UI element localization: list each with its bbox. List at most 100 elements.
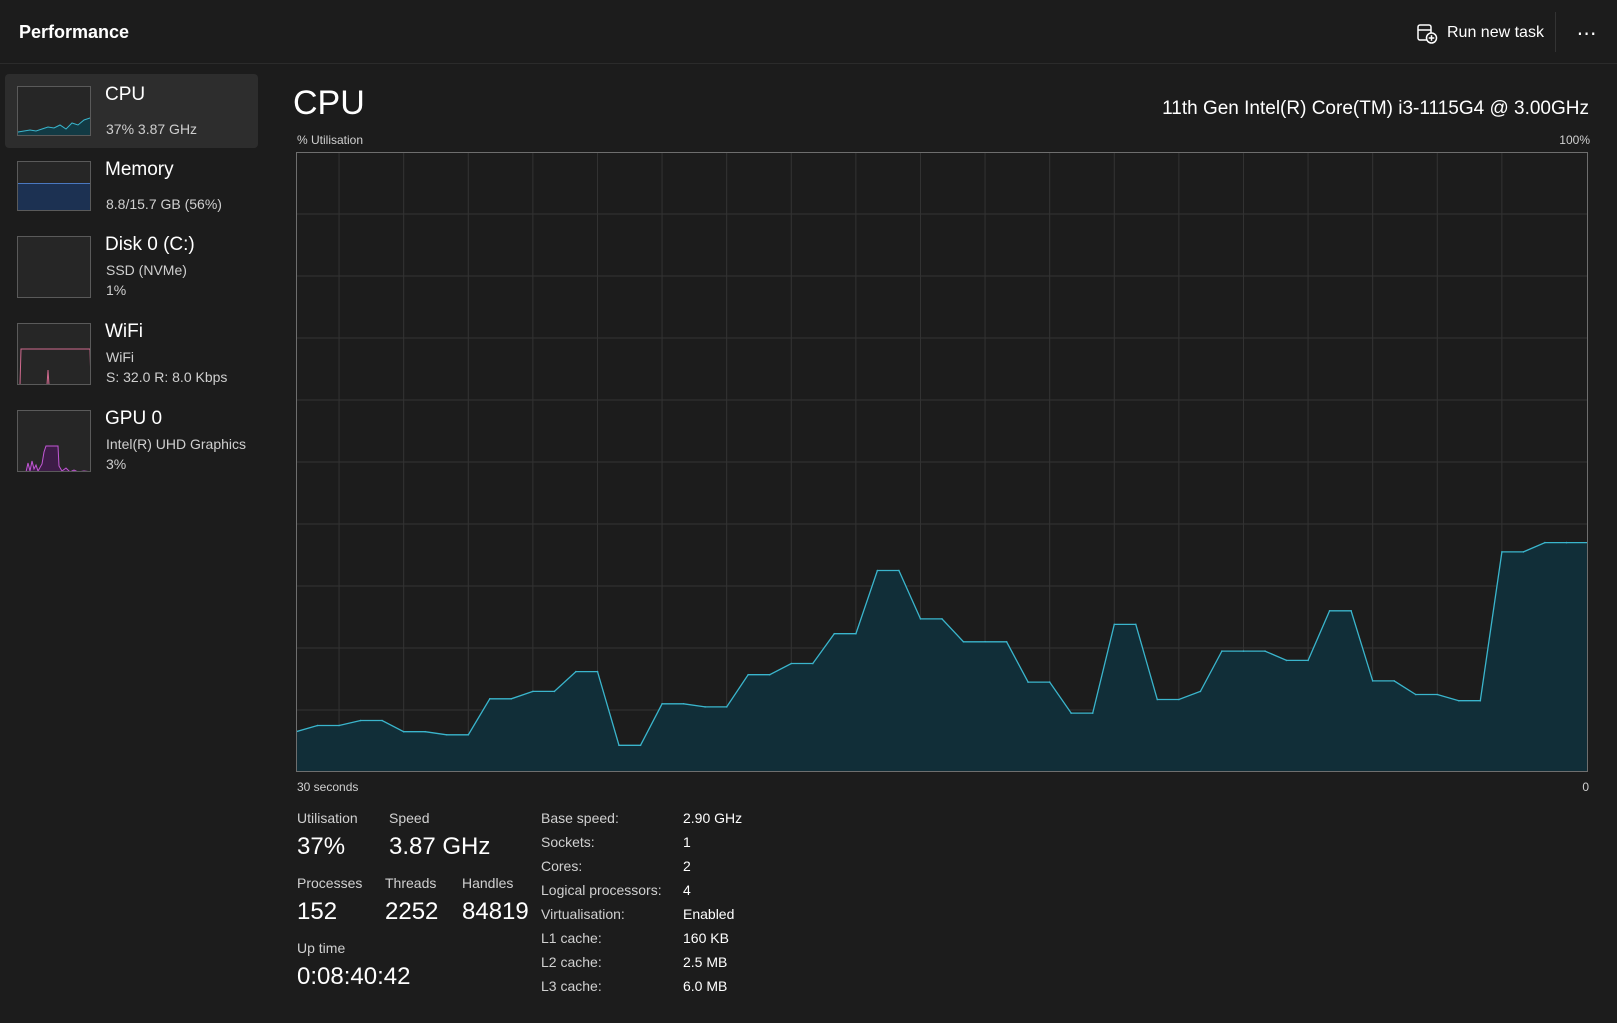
sidebar-item-gpu[interactable]: GPU 0 Intel(R) UHD Graphics 3%	[5, 398, 258, 472]
cpu-data-point	[1285, 659, 1288, 662]
run-new-task-button[interactable]: Run new task	[1416, 18, 1544, 48]
cpu-data-point	[661, 703, 663, 705]
cpu-thumbnail	[17, 86, 91, 136]
sidebar-item-wifi[interactable]: WiFi WiFi S: 32.0 R: 8.0 Kbps	[5, 311, 258, 385]
cpu-data-point	[1135, 623, 1137, 626]
cpu-data-point	[790, 662, 793, 665]
cpu-data-point	[1199, 690, 1202, 693]
memory-thumbnail	[17, 161, 91, 211]
speed-value: 3.87 GHz	[389, 833, 491, 860]
spec-key-cores: Cores:	[541, 858, 583, 874]
cpu-model-name: 11th Gen Intel(R) Core(TM) i3-1115G4 @ 3…	[1162, 98, 1589, 119]
cpu-data-point	[445, 734, 448, 736]
y-axis-label: % Utilisation	[297, 133, 364, 147]
cpu-data-point	[489, 698, 491, 700]
cpu-data-point	[1178, 698, 1180, 701]
cpu-data-point	[1156, 698, 1159, 701]
cpu-data-point	[962, 641, 965, 643]
spec-value-base-speed: 2.90 GHz	[683, 810, 743, 826]
spec-key-base-speed: Base speed:	[541, 810, 619, 826]
wifi-thumbnail	[17, 323, 91, 385]
run-task-label: Run new task	[1447, 24, 1544, 41]
utilisation-value: 37%	[297, 833, 346, 860]
cpu-data-point	[855, 632, 857, 635]
cpu-data-point	[1414, 693, 1417, 696]
cpu-data-point	[1393, 680, 1395, 682]
sidebar-item-detail: Intel(R) UHD Graphics	[106, 436, 247, 452]
sidebar-item-cpu[interactable]: CPU 37% 3.87 GHz	[5, 74, 258, 148]
sidebar-item-detail: SSD (NVMe)	[106, 262, 187, 278]
spec-key-l1-cache: L1 cache:	[541, 930, 602, 946]
cpu-data-point	[898, 569, 900, 572]
sidebar-item-label: Memory	[105, 159, 174, 180]
sidebar: CPU 37% 3.87 GHz Memory 8.8/15.7 GB (56%…	[0, 64, 265, 1023]
cpu-data-point	[1350, 610, 1352, 612]
sidebar-item-label: WiFi	[105, 321, 143, 342]
processes-value: 152	[297, 898, 338, 925]
cpu-data-point	[1070, 712, 1072, 714]
disk-thumbnail	[17, 236, 91, 298]
sidebar-item-detail: 1%	[106, 282, 127, 298]
cpu-data-point	[1242, 650, 1245, 652]
cpu-data-point	[704, 706, 706, 708]
cpu-data-point	[1307, 659, 1309, 662]
spec-value-sockets: 1	[683, 834, 691, 850]
cpu-data-point	[596, 670, 599, 673]
sidebar-item-detail: S: 32.0 R: 8.0 Kbps	[106, 369, 228, 385]
spec-value-l2-cache: 2.5 MB	[683, 954, 728, 970]
spec-key-logical-processors: Logical processors:	[541, 882, 662, 898]
cpu-data-point	[424, 730, 426, 733]
uptime-value: 0:08:40:42	[297, 963, 411, 990]
sidebar-item-detail: WiFi	[106, 349, 134, 365]
toolbar-divider	[1555, 12, 1556, 52]
cpu-data-point	[1565, 541, 1568, 544]
cpu-data-point	[575, 670, 577, 673]
cpu-data-point	[359, 719, 362, 722]
sidebar-item-label: Disk 0 (C:)	[105, 234, 195, 255]
sidebar-item-detail: 3%	[106, 456, 127, 472]
spec-value-l1-cache: 160 KB	[683, 930, 729, 946]
sidebar-item-label: CPU	[105, 84, 146, 105]
cpu-data-point	[510, 698, 513, 700]
cpu-utilisation-graph	[296, 152, 1588, 772]
gpu-thumbnail	[17, 410, 91, 472]
processes-label: Processes	[297, 875, 363, 891]
spec-value-l3-cache: 6.0 MB	[683, 978, 728, 994]
cpu-data-point	[1005, 641, 1008, 643]
cpu-data-point	[833, 632, 836, 635]
cpu-data-point	[316, 724, 319, 727]
cpu-data-point	[1522, 551, 1525, 553]
threads-value: 2252	[385, 898, 439, 925]
uptime-label: Up time	[297, 940, 346, 956]
cpu-data-point	[402, 730, 405, 733]
cpu-data-point	[1436, 693, 1439, 696]
cpu-data-point	[1371, 680, 1374, 682]
cpu-data-point	[618, 744, 620, 747]
cpu-data-point	[1458, 699, 1460, 702]
utilisation-label: Utilisation	[297, 810, 358, 826]
section-title: CPU	[293, 84, 365, 122]
cpu-data-point	[1264, 650, 1266, 652]
cpu-data-point	[812, 662, 814, 665]
sidebar-item-memory[interactable]: Memory 8.8/15.7 GB (56%)	[5, 149, 258, 223]
handles-label: Handles	[462, 875, 514, 891]
sidebar-item-detail: 8.8/15.7 GB (56%)	[106, 196, 222, 212]
page-title: Performance	[19, 22, 130, 42]
cpu-data-point	[682, 703, 685, 705]
more-options-icon[interactable]: ⋯	[1572, 18, 1602, 48]
cpu-data-point	[1027, 681, 1029, 683]
cpu-area-fill	[296, 542, 1588, 772]
spec-value-virtualisation: Enabled	[683, 906, 735, 922]
spec-key-virtualisation: Virtualisation:	[541, 906, 625, 922]
sidebar-item-label: GPU 0	[105, 408, 163, 429]
sidebar-item-disk[interactable]: Disk 0 (C:) SSD (NVMe) 1%	[5, 224, 258, 298]
x-axis-end-label: 0	[1582, 780, 1589, 794]
cpu-data-point	[1091, 712, 1094, 714]
cpu-data-point	[941, 618, 943, 620]
run-task-icon	[1416, 22, 1438, 44]
cpu-data-point	[725, 706, 728, 708]
cpu-data-point	[1544, 541, 1546, 544]
cpu-data-point	[532, 690, 534, 693]
cpu-data-point	[1501, 551, 1503, 553]
cpu-data-point	[639, 744, 642, 747]
